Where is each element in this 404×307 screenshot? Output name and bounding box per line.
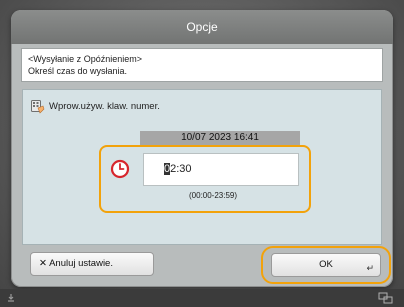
numeric-keypad-icon: [31, 100, 45, 114]
status-bar: [0, 289, 404, 307]
clock-icon: [110, 159, 130, 179]
close-icon: ✕: [39, 258, 50, 269]
dialog-title: Opcje: [11, 10, 393, 44]
instruction-line-1: <Wysyłanie z Opóźnieniem>: [28, 54, 142, 64]
ok-label: OK: [319, 259, 333, 270]
cancel-label: Anuluj ustawie.: [49, 258, 113, 269]
status-indicator-icon: [8, 294, 14, 302]
options-dialog: Opcje <Wysyłanie z Opóźnieniem> Określ c…: [11, 10, 393, 287]
send-time-input[interactable]: 02:30: [143, 153, 299, 186]
instruction-line-2: Określ czas do wysłania.: [28, 66, 128, 76]
instruction-box: <Wysyłanie z Opóźnieniem> Określ czas do…: [21, 48, 383, 82]
time-value: 2:30: [170, 163, 192, 175]
hint-text: Wprow.używ. klaw. numer.: [49, 101, 160, 112]
ok-button-highlight: OK ↵: [261, 246, 391, 284]
enter-icon: ↵: [366, 263, 374, 273]
keypad-hint: Wprow.używ. klaw. numer.: [31, 100, 160, 114]
cancel-settings-button[interactable]: ✕ Anuluj ustawie.: [30, 252, 154, 276]
network-status-icon[interactable]: [378, 291, 394, 305]
content-area: Wprow.używ. klaw. numer. 10/07 2023 16:4…: [22, 89, 382, 245]
ok-button[interactable]: OK ↵: [271, 253, 381, 277]
current-datetime: 10/07 2023 16:41: [140, 131, 300, 145]
time-input-group: 02:30 (00:00-23:59): [99, 145, 311, 213]
time-range-hint: (00:00-23:59): [189, 191, 238, 200]
